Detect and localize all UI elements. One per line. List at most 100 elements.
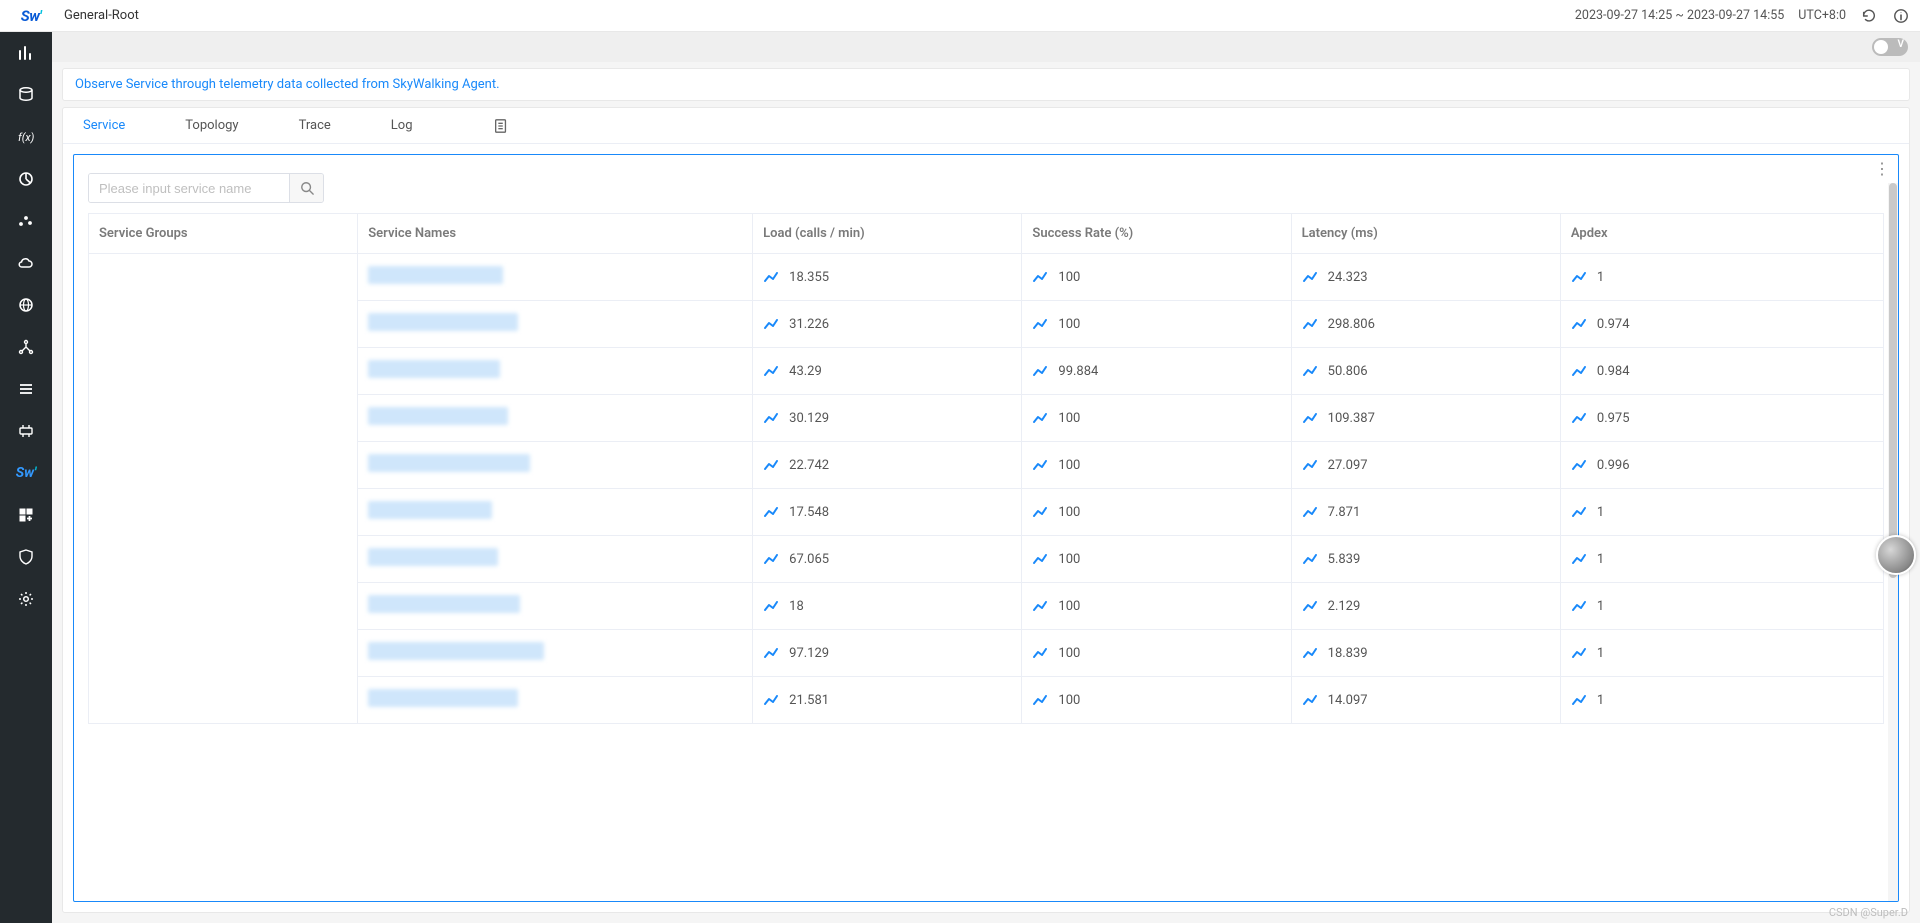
cell-latency: 5.839 xyxy=(1291,536,1560,583)
main-region: V Observe Service through telemetry data… xyxy=(52,32,1920,923)
metric-value: 50.806 xyxy=(1328,364,1368,379)
sidebar-item-shield-icon[interactable] xyxy=(0,536,52,578)
table-row[interactable]: 43.2999.88450.8060.984 xyxy=(89,348,1884,395)
trend-icon xyxy=(1571,363,1587,379)
kebab-icon[interactable]: ⋮ xyxy=(1874,161,1890,177)
table-row[interactable]: 22.74210027.0970.996 xyxy=(89,442,1884,489)
cell-service-name[interactable] xyxy=(358,630,753,677)
metric-value: 100 xyxy=(1058,317,1080,332)
table-header-row: Service Groups Service Names Load (calls… xyxy=(89,214,1884,254)
trend-icon xyxy=(763,645,779,661)
metric-value: 100 xyxy=(1058,552,1080,567)
search-button[interactable] xyxy=(289,174,323,202)
sidebar: Sw' xyxy=(0,0,52,923)
cell-service-name[interactable] xyxy=(358,442,753,489)
redacted-service-name xyxy=(368,407,508,425)
sidebar-item-branch-icon[interactable] xyxy=(0,326,52,368)
sidebar-item-globe-icon[interactable] xyxy=(0,284,52,326)
scrollbar-thumb[interactable] xyxy=(1889,183,1897,578)
metric-value: 24.323 xyxy=(1328,270,1368,285)
search-input[interactable] xyxy=(89,174,289,202)
time-range[interactable]: 2023-09-27 14:25 ~ 2023-09-27 14:55 xyxy=(1575,8,1784,23)
trend-icon xyxy=(1571,504,1587,520)
trend-icon xyxy=(1571,692,1587,708)
trend-icon xyxy=(763,410,779,426)
metric-value: 100 xyxy=(1058,646,1080,661)
cell-service-name[interactable] xyxy=(358,301,753,348)
sidebar-item-cloud-icon[interactable] xyxy=(0,242,52,284)
col-load[interactable]: Load (calls / min) xyxy=(753,214,1022,254)
cell-service-name[interactable] xyxy=(358,677,753,724)
cell-success-rate: 100 xyxy=(1022,301,1291,348)
cell-apdex: 1 xyxy=(1560,630,1883,677)
redacted-service-name xyxy=(368,266,503,284)
metric-value: 100 xyxy=(1058,270,1080,285)
table-row[interactable]: 181002.1291 xyxy=(89,583,1884,630)
trend-icon xyxy=(1302,598,1318,614)
view-mode-label: V xyxy=(1898,39,1905,50)
metric-value: 43.29 xyxy=(789,364,822,379)
table-row[interactable]: 30.129100109.3870.975 xyxy=(89,395,1884,442)
col-latency[interactable]: Latency (ms) xyxy=(1291,214,1560,254)
info-banner-link[interactable]: Observe Service through telemetry data c… xyxy=(75,77,500,92)
sidebar-item-brand-icon[interactable]: Sw' xyxy=(0,452,52,494)
table-row[interactable]: 21.58110014.0971 xyxy=(89,677,1884,724)
content-area: ⋮ Service Groups Service Nam xyxy=(73,154,1899,902)
trend-icon xyxy=(1032,457,1048,473)
redacted-service-name xyxy=(368,360,500,378)
cell-service-name[interactable] xyxy=(358,536,753,583)
redacted-service-name xyxy=(368,689,518,707)
tabs: Service Topology Trace Log xyxy=(63,108,1909,144)
tab-topology[interactable]: Topology xyxy=(185,108,238,143)
sidebar-item-grid-add-icon[interactable] xyxy=(0,494,52,536)
trend-icon xyxy=(1571,316,1587,332)
cell-service-name[interactable] xyxy=(358,348,753,395)
trend-icon xyxy=(1032,269,1048,285)
redacted-service-name xyxy=(368,313,518,331)
trend-icon xyxy=(763,363,779,379)
table-row[interactable]: 17.5481007.8711 xyxy=(89,489,1884,536)
sidebar-item-scatter-icon[interactable] xyxy=(0,200,52,242)
metric-value: 1 xyxy=(1597,270,1604,285)
table-row[interactable]: 18.355 100 24.323 1 xyxy=(89,254,1884,301)
view-mode-toggle[interactable]: V xyxy=(1872,38,1908,56)
table-row[interactable]: 97.12910018.8391 xyxy=(89,630,1884,677)
cell-service-name[interactable] xyxy=(358,254,753,301)
sidebar-item-pie-icon[interactable] xyxy=(0,158,52,200)
sidebar-item-gear-icon[interactable] xyxy=(0,578,52,620)
col-service-groups[interactable]: Service Groups xyxy=(89,214,358,254)
cell-latency: 18.839 xyxy=(1291,630,1560,677)
cell-load: 18.355 xyxy=(753,254,1022,301)
search-row xyxy=(74,155,1898,213)
cell-service-name[interactable] xyxy=(358,395,753,442)
table-row[interactable]: 31.226100298.8060.974 xyxy=(89,301,1884,348)
cell-apdex: 0.975 xyxy=(1560,395,1883,442)
tab-trace[interactable]: Trace xyxy=(299,108,331,143)
trend-icon xyxy=(1571,410,1587,426)
grid-add-icon xyxy=(17,506,35,524)
tab-service[interactable]: Service xyxy=(83,108,125,143)
list-icon xyxy=(17,380,35,398)
cell-service-group xyxy=(89,254,358,724)
sidebar-item-function-icon[interactable] xyxy=(0,116,52,158)
sidebar-item-database-icon[interactable] xyxy=(0,74,52,116)
info-icon[interactable] xyxy=(1892,7,1910,25)
sidebar-item-chart-icon[interactable] xyxy=(0,32,52,74)
metric-value: 1 xyxy=(1597,646,1604,661)
function-icon xyxy=(17,128,35,146)
metric-value: 18.839 xyxy=(1328,646,1368,661)
col-success-rate[interactable]: Success Rate (%) xyxy=(1022,214,1291,254)
sidebar-item-list-icon[interactable] xyxy=(0,368,52,410)
col-service-names[interactable]: Service Names xyxy=(358,214,753,254)
doc-icon[interactable] xyxy=(493,118,509,134)
col-apdex[interactable]: Apdex xyxy=(1560,214,1883,254)
table-row[interactable]: 67.0651005.8391 xyxy=(89,536,1884,583)
refresh-icon[interactable] xyxy=(1860,7,1878,25)
timezone[interactable]: UTC+8:0 xyxy=(1798,8,1846,23)
cell-service-name[interactable] xyxy=(358,489,753,536)
tab-log[interactable]: Log xyxy=(391,108,413,143)
redacted-service-name xyxy=(368,501,492,519)
cell-service-name[interactable] xyxy=(358,583,753,630)
scatter-icon xyxy=(17,212,35,230)
sidebar-item-infra-icon[interactable] xyxy=(0,410,52,452)
